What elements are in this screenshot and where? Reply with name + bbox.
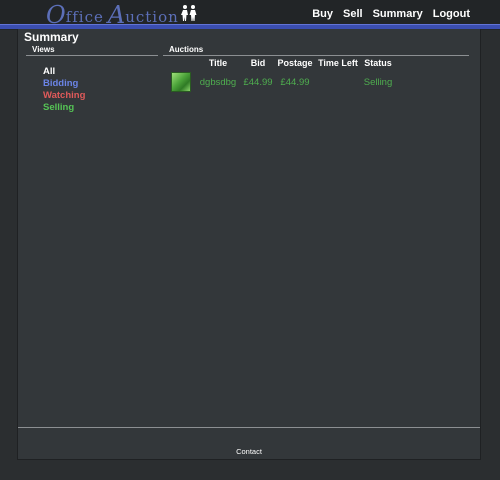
contact-link[interactable]: Contact [236, 447, 262, 456]
view-all-link[interactable]: All [43, 66, 85, 78]
auction-bid-cell: £44.99 [243, 76, 273, 88]
views-heading: Views [26, 45, 158, 56]
auction-image-cell[interactable] [167, 70, 195, 94]
main-panel: Summary Views Auctions All Bidding Watch… [17, 29, 481, 460]
table-header-row: Title Bid Postage Time Left Status [167, 56, 395, 70]
page-title: Summary [24, 30, 79, 44]
column-header-title: Title [208, 58, 228, 68]
nav-sell-link[interactable]: Sell [343, 8, 363, 20]
office-auction-logo[interactable]: O ffice A uction [46, 0, 198, 29]
column-header-bid: Bid [250, 58, 266, 68]
column-header-image [167, 56, 195, 70]
logo-letter-o: O [46, 1, 66, 29]
top-nav: Buy Sell Summary Logout [312, 8, 470, 20]
view-bidding-link[interactable]: Bidding [43, 78, 85, 90]
logo-letter-a: A [107, 1, 126, 29]
people-icon [180, 5, 197, 21]
footer-divider [18, 427, 480, 428]
column-header-time-left: Time Left [318, 58, 358, 68]
nav-buy-link[interactable]: Buy [312, 8, 333, 20]
view-watching-link[interactable]: Watching [43, 90, 85, 102]
table-row[interactable]: dgbsdbg £44.99 £44.99 Selling [167, 70, 395, 94]
auction-title-cell[interactable]: dgbsdbg [195, 70, 241, 94]
auction-status-cell: Selling [363, 76, 393, 88]
footer: Contact [18, 441, 480, 459]
auction-postage-cell: £44.99 [280, 76, 310, 88]
view-selling-link[interactable]: Selling [43, 102, 85, 114]
nav-summary-link[interactable]: Summary [373, 8, 423, 20]
column-header-postage: Postage [277, 58, 313, 68]
column-header-status: Status [364, 58, 392, 68]
views-list: All Bidding Watching Selling [43, 66, 85, 114]
auctions-heading: Auctions [163, 45, 469, 56]
auctions-table: Title Bid Postage Time Left Status dgbsd… [167, 56, 395, 94]
nav-logout-link[interactable]: Logout [433, 8, 470, 20]
auction-time-left-cell [315, 70, 361, 94]
leaf-thumbnail-image[interactable] [171, 72, 191, 92]
